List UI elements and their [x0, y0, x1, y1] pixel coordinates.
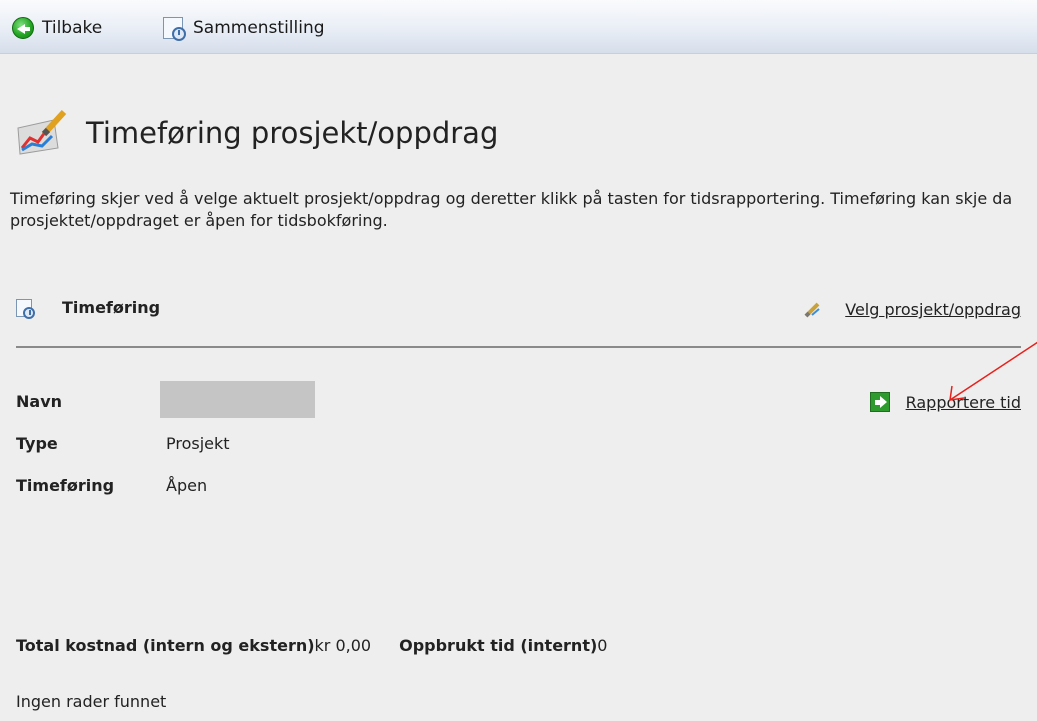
- name-label: Navn: [16, 392, 63, 411]
- status-label: Timeføring: [16, 476, 115, 495]
- summary-button[interactable]: Sammenstilling: [163, 16, 325, 41]
- document-clock-icon: [16, 298, 35, 319]
- page-description: Timeføring skjer ved å velge aktuelt pro…: [10, 189, 1013, 230]
- type-label: Type: [16, 434, 58, 453]
- annotation-arrow: [949, 341, 1037, 401]
- select-pencil-icon: [804, 302, 820, 317]
- section-header: Timeføring Velg prosjekt/oppdrag: [16, 298, 1021, 324]
- summary-button-label: Sammenstilling: [193, 18, 325, 38]
- totals-row: Total kostnad (intern og ekstern)kr 0,00…: [16, 636, 607, 655]
- toolbar: Tilbake Sammenstilling: [0, 0, 1037, 54]
- section-title: Timeføring: [16, 298, 161, 319]
- divider: [16, 346, 1021, 348]
- name-value-redacted: [160, 381, 315, 418]
- type-value: Prosjekt: [166, 434, 230, 453]
- used-time-value: 0: [597, 636, 608, 655]
- select-project-link[interactable]: Velg prosjekt/oppdrag: [803, 300, 1021, 319]
- back-button-label: Tilbake: [42, 18, 103, 38]
- back-button[interactable]: Tilbake: [12, 16, 102, 40]
- select-project-label: Velg prosjekt/oppdrag: [845, 300, 1021, 319]
- document-clock-icon: [163, 17, 186, 41]
- arrow-right-icon: [869, 392, 890, 412]
- status-value: Åpen: [166, 476, 208, 495]
- empty-table-message: Ingen rader funnet: [16, 692, 167, 711]
- chart-pencil-icon: [17, 109, 67, 155]
- page-title: Timeføring prosjekt/oppdrag: [86, 116, 499, 150]
- total-cost-label: Total kostnad (intern og ekstern): [16, 636, 315, 655]
- section-title-label: Timeføring: [62, 298, 161, 317]
- back-arrow-icon: [12, 17, 34, 39]
- total-cost-value: kr 0,00: [314, 636, 372, 655]
- used-time-label: Oppbrukt tid (internt): [399, 636, 598, 655]
